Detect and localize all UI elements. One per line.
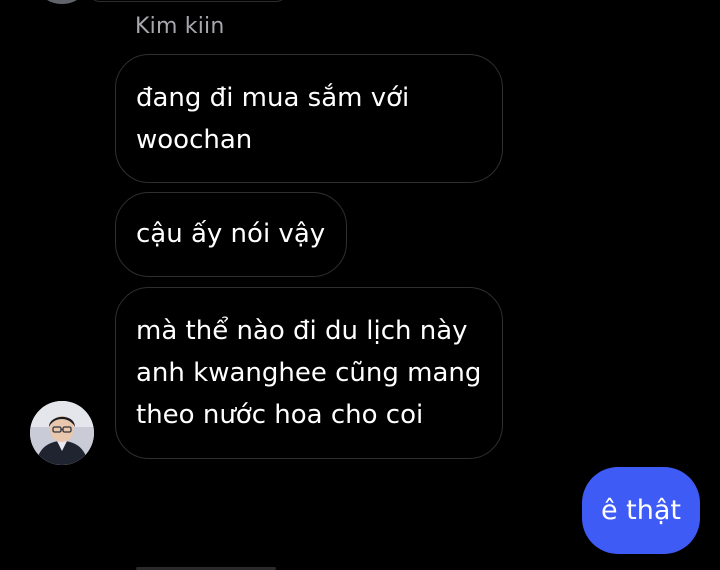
avatar[interactable] <box>30 401 94 465</box>
outgoing-message[interactable]: ê thật <box>582 467 700 554</box>
message-line: anh kwanghee cũng mang <box>136 358 482 388</box>
message-line: woochan <box>136 125 253 155</box>
incoming-message[interactable]: mà thể nào đi du lịch này anh kwanghee c… <box>115 287 503 459</box>
outgoing-message-text: ê thật <box>600 495 682 526</box>
message-line: đang đi mua sắm với <box>136 83 410 113</box>
message-line: cậu ấy nói vậy <box>136 219 326 249</box>
profile-photo-icon <box>30 401 94 465</box>
previous-message-partial <box>88 0 288 2</box>
previous-avatar-partial <box>40 0 84 4</box>
incoming-message[interactable]: đang đi mua sắm với woochan <box>115 54 503 183</box>
sender-name: Kim kiin <box>135 14 225 39</box>
incoming-message[interactable]: cậu ấy nói vậy <box>115 192 347 277</box>
message-line: theo nước hoa cho coi <box>136 400 424 430</box>
message-line: mà thể nào đi du lịch này <box>136 316 468 346</box>
